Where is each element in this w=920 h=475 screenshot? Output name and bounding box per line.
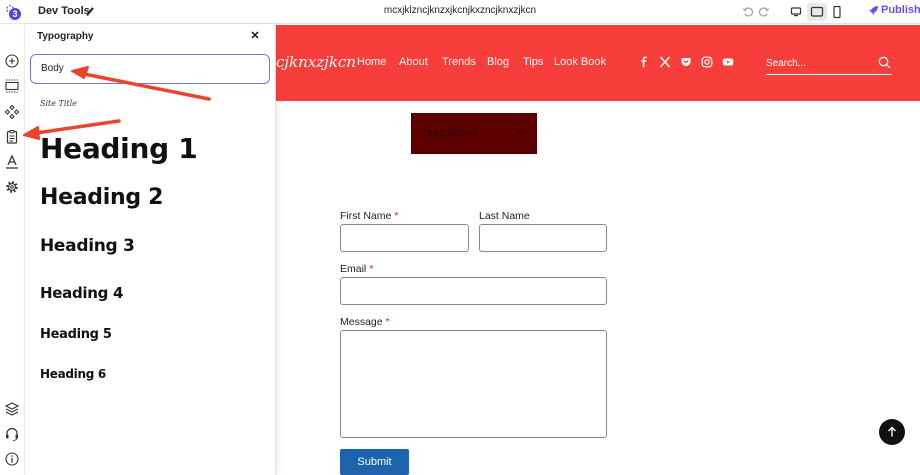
nav-link-blog[interactable]: Blog	[487, 56, 509, 68]
app-title: Dev Tools	[38, 5, 90, 17]
undo-icon[interactable]	[742, 6, 754, 18]
submit-button[interactable]: Submit	[340, 449, 409, 475]
svg-text:3: 3	[12, 9, 17, 19]
chevron-down-icon	[517, 130, 525, 136]
app-logo[interactable]: 3	[4, 3, 22, 21]
pocket-icon[interactable]	[680, 56, 692, 68]
typography-item-heading-6[interactable]: Heading 6	[40, 367, 106, 381]
pages-icon[interactable]	[4, 129, 20, 145]
last-name-label: Last Name	[479, 210, 530, 222]
youtube-icon[interactable]	[722, 56, 734, 68]
instagram-icon[interactable]	[701, 56, 713, 68]
left-tool-rail	[0, 24, 25, 475]
arrow-up-icon	[888, 426, 896, 437]
email-field[interactable]	[340, 277, 607, 305]
email-label: Email *	[340, 263, 374, 275]
typography-item-heading-4[interactable]: Heading 4	[40, 284, 123, 302]
edit-pencil-icon[interactable]	[85, 5, 95, 17]
support-headset-icon[interactable]	[4, 426, 20, 442]
site-header: cjknxzjkcn Home About Trends Blog Tips L…	[276, 25, 920, 101]
desktop-icon	[790, 7, 802, 17]
typography-item-heading-3[interactable]: Heading 3	[40, 236, 135, 256]
last-name-field[interactable]	[479, 224, 607, 252]
top-bar: 3 Dev Tools mcxjklzncjknzxjkcnjkxzncjknx…	[0, 0, 920, 24]
typography-icon[interactable]	[4, 154, 20, 170]
document-title: mcxjklzncjknzxjkcnjkxzncjknxzjkcn	[383, 5, 537, 16]
tablet-icon	[810, 6, 824, 17]
nav-link-about[interactable]: About	[399, 56, 428, 68]
facebook-icon[interactable]	[638, 56, 650, 68]
close-icon[interactable]	[249, 29, 261, 41]
rocket-icon	[868, 6, 878, 16]
device-switcher	[786, 3, 846, 21]
search-input[interactable]	[766, 55, 866, 71]
first-name-label: First Name *	[340, 210, 399, 222]
redo-icon[interactable]	[758, 6, 770, 18]
typography-item-heading-1[interactable]: Heading 1	[40, 132, 198, 165]
layers-icon[interactable]	[4, 401, 20, 417]
mobile-view-button[interactable]	[827, 3, 847, 21]
typography-item-site-title[interactable]: Site Title	[40, 99, 77, 108]
typography-item-heading-5[interactable]: Heading 5	[40, 327, 112, 342]
desktop-view-button[interactable]	[786, 3, 806, 21]
body-label: Body	[41, 63, 64, 74]
section-layout-icon[interactable]	[4, 78, 20, 94]
scroll-to-top-button[interactable]	[879, 419, 905, 445]
x-twitter-icon[interactable]	[659, 56, 671, 68]
typography-item-heading-2[interactable]: Heading 2	[40, 185, 163, 210]
add-element-icon[interactable]	[4, 53, 20, 69]
tablet-view-button[interactable]	[807, 3, 827, 21]
dropdown-label: Dropdo2wn	[423, 128, 475, 139]
settings-gear-icon[interactable]	[4, 179, 20, 195]
dropdown-button[interactable]: Dropdo2wn	[411, 113, 537, 154]
nav-link-home[interactable]: Home	[357, 56, 386, 68]
first-name-field[interactable]	[340, 224, 469, 252]
mobile-icon	[833, 5, 841, 19]
typography-item-body[interactable]: Body	[30, 54, 270, 84]
info-icon[interactable]	[4, 451, 20, 467]
nav-link-trends[interactable]: Trends	[442, 56, 476, 68]
nav-link-tips[interactable]: Tips	[523, 56, 543, 68]
panel-title: Typography	[37, 31, 94, 42]
site-brand[interactable]: cjknxzjkcn	[276, 53, 356, 71]
components-icon[interactable]	[4, 104, 20, 120]
nav-link-look-book[interactable]: Look Book	[554, 56, 606, 68]
site-search	[766, 53, 892, 75]
message-field[interactable]	[340, 330, 607, 438]
message-label: Message *	[340, 316, 390, 328]
search-icon[interactable]	[878, 56, 891, 69]
typography-panel: Typography Body Site Title Heading 1 Hea…	[25, 24, 276, 475]
